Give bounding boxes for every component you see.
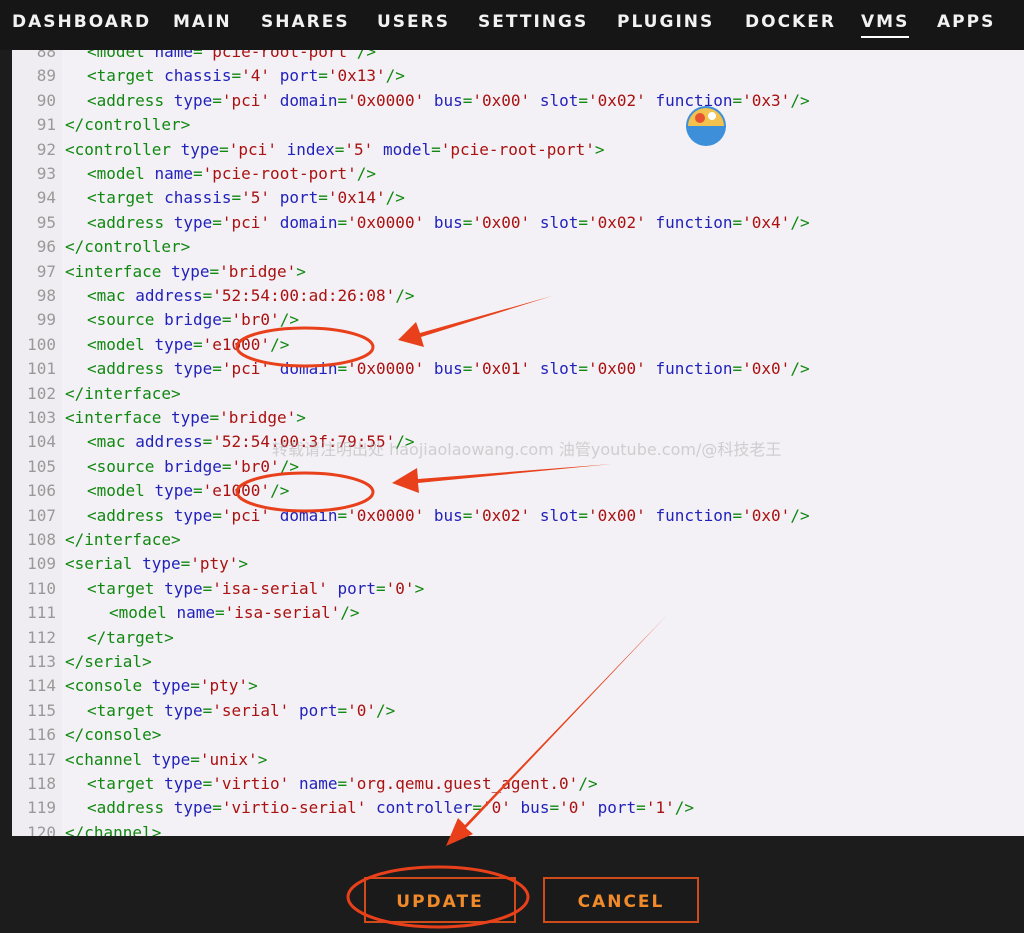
line-code: <address type='pci' domain='0x0000' bus=… [87, 359, 810, 379]
line-number: 94 [36, 188, 56, 208]
line-number: 109 [27, 554, 56, 574]
nav-item-docker[interactable]: DOCKER [745, 12, 836, 36]
line-number: 105 [27, 456, 56, 476]
line-number: 116 [27, 725, 56, 745]
line-code: <target chassis='5' port='0x14'/> [87, 188, 405, 208]
line-number: 118 [27, 774, 56, 793]
line-code: </channel> [65, 822, 162, 836]
line-code: </interface> [65, 383, 181, 403]
line-number: 98 [36, 286, 56, 305]
line-number: 91 [36, 115, 56, 135]
line-number: 119 [27, 798, 56, 818]
line-number: 108 [27, 530, 56, 549]
line-code: </target> [87, 627, 174, 647]
line-code: </serial> [65, 652, 152, 671]
line-number: 107 [27, 505, 56, 525]
line-code: <interface type='bridge'> [65, 261, 306, 281]
line-code: <source bridge='br0'/> [87, 310, 299, 330]
line-code: <address type='pci' domain='0x0000' bus=… [87, 505, 810, 525]
nav-item-shares[interactable]: SHARES [261, 12, 350, 36]
line-number: 106 [27, 481, 56, 501]
line-number: 88 [36, 50, 56, 61]
line-number: 104 [27, 432, 56, 452]
line-code: <model name='pcie-root-port'/> [87, 164, 377, 183]
line-number: 95 [36, 212, 56, 232]
line-number: 90 [36, 90, 56, 110]
channel-logo-badge [686, 106, 726, 146]
line-code: <model type='e1000'/> [87, 334, 290, 354]
line-number: 93 [36, 164, 56, 183]
line-code: </interface> [65, 530, 181, 549]
line-code: <interface type='bridge'> [65, 408, 306, 427]
line-code: <target type='isa-serial' port='0'> [87, 578, 425, 598]
line-number: 100 [27, 334, 56, 354]
line-number: 112 [27, 627, 56, 647]
line-code: <address type='pci' domain='0x0000' bus=… [87, 212, 810, 232]
line-code: <console type='pty'> [65, 676, 258, 696]
nav-item-vms[interactable]: VMS [861, 12, 910, 38]
line-number: 117 [27, 749, 56, 769]
nav-item-apps[interactable]: APPS [937, 12, 995, 36]
line-code: </console> [65, 725, 162, 745]
cancel-button[interactable]: CANCEL [543, 877, 699, 923]
line-code: <address type='virtio-serial' controller… [87, 798, 694, 818]
line-code: <mac address='52:54:00:ad:26:08'/> [87, 286, 415, 305]
line-number: 97 [36, 261, 56, 281]
line-number: 120 [27, 822, 56, 836]
line-number: 110 [27, 578, 56, 598]
line-number: 102 [27, 383, 56, 403]
line-code: <model name='isa-serial'/> [109, 603, 360, 623]
line-number: 101 [27, 359, 56, 379]
line-code: </controller> [65, 237, 191, 257]
line-number: 92 [36, 139, 56, 159]
update-button[interactable]: UPDATE [364, 877, 516, 923]
video-watermark: 转载请注明出处 haojiaolaowang.com 油管youtube.com… [272, 440, 782, 459]
nav-item-main[interactable]: MAIN [173, 12, 232, 36]
badge-dot-red [695, 113, 705, 123]
line-number: 115 [27, 700, 56, 720]
line-number: 103 [27, 408, 56, 427]
nav-item-settings[interactable]: SETTINGS [478, 12, 588, 36]
nav-item-plugins[interactable]: PLUGINS [617, 12, 714, 36]
line-code: <target type='serial' port='0'/> [87, 700, 396, 720]
top-navigation: DASHBOARD MAIN SHARES USERS SETTINGS PLUGINS D… [0, 0, 1024, 50]
line-code: <source bridge='br0'/> [87, 456, 299, 476]
line-number: 113 [27, 652, 56, 671]
line-number: 111 [27, 603, 56, 623]
line-code: <target chassis='4' port='0x13'/> [87, 66, 405, 86]
line-number: 89 [36, 66, 56, 86]
line-code: <model name='pcie-root-port'/> [87, 50, 377, 61]
line-code: <serial type='pty'> [65, 554, 249, 574]
line-code: <model type='e1000'/> [87, 481, 290, 501]
nav-item-dashboard[interactable]: DASHBOARD [12, 12, 151, 36]
line-number: 114 [27, 676, 56, 696]
line-number: 96 [36, 237, 56, 257]
nav-item-users[interactable]: USERS [377, 12, 450, 36]
line-number: 99 [36, 310, 56, 330]
badge-dot-white [708, 112, 716, 120]
line-code: <channel type='unix'> [65, 749, 268, 769]
line-code: <controller type='pci' index='5' model='… [65, 139, 605, 159]
line-code: </controller> [65, 115, 191, 135]
line-code: <target type='virtio' name='org.qemu.gue… [87, 774, 598, 793]
